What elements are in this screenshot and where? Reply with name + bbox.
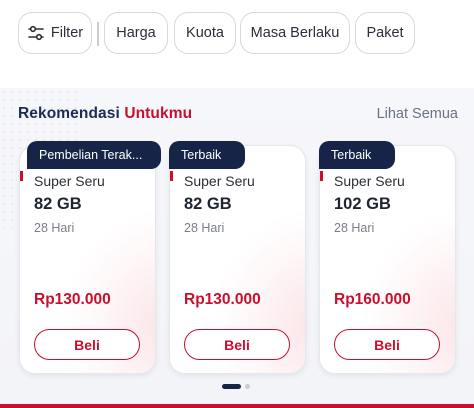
- buy-button[interactable]: Beli: [34, 329, 140, 360]
- section-title: Rekomendasi Untukmu: [18, 105, 192, 123]
- package-card[interactable]: Super Seru 82 GB 28 Hari Rp130.000 Beli: [19, 145, 156, 374]
- card-accent-mark: [320, 171, 323, 181]
- plan-validity: 28 Hari: [334, 221, 375, 235]
- plan-name: Super Seru: [184, 173, 255, 189]
- card-badge: Terbaik: [319, 141, 395, 169]
- plan-quota: 82 GB: [184, 195, 232, 213]
- filter-divider: [97, 22, 99, 46]
- pager-dot-active[interactable]: [222, 384, 241, 389]
- buy-button[interactable]: Beli: [184, 329, 290, 360]
- plan-price: Rp130.000: [34, 291, 111, 308]
- plan-price: Rp130.000: [184, 291, 261, 308]
- card-accent-mark: [20, 171, 23, 181]
- chip-paket[interactable]: Paket: [355, 12, 415, 54]
- chip-kuota[interactable]: Kuota: [174, 12, 236, 54]
- plan-name: Super Seru: [34, 173, 105, 189]
- pager-dot[interactable]: [245, 384, 250, 389]
- carousel-pager: [222, 384, 250, 389]
- package-card[interactable]: Super Seru 102 GB 28 Hari Rp160.000 Beli: [319, 145, 456, 374]
- plan-validity: 28 Hari: [34, 221, 75, 235]
- recommendation-section: Rekomendasi Untukmu Lihat Semua Super Se…: [0, 88, 474, 408]
- package-card[interactable]: Super Seru 82 GB 28 Hari Rp130.000 Beli: [169, 145, 306, 374]
- chip-kuota-label: Kuota: [186, 25, 224, 41]
- bottom-accent-strip: [0, 404, 474, 408]
- sliders-icon: [27, 24, 45, 42]
- card-badge: Terbaik: [169, 141, 245, 169]
- chip-masa-berlaku-label: Masa Berlaku: [250, 25, 340, 41]
- plan-price: Rp160.000: [334, 291, 411, 308]
- chip-masa-berlaku[interactable]: Masa Berlaku: [240, 12, 350, 54]
- card-accent-mark: [170, 171, 173, 181]
- chip-harga[interactable]: Harga: [104, 12, 168, 54]
- filter-label: Filter: [50, 25, 84, 41]
- section-title-part2: Untukmu: [124, 105, 193, 122]
- buy-button[interactable]: Beli: [334, 329, 440, 360]
- filter-bar: Filter Harga Kuota Masa Berlaku Paket: [0, 0, 474, 70]
- filter-button[interactable]: Filter: [18, 12, 92, 54]
- plan-name: Super Seru: [334, 173, 405, 189]
- plan-quota: 82 GB: [34, 195, 82, 213]
- plan-validity: 28 Hari: [184, 221, 225, 235]
- see-all-link[interactable]: Lihat Semua: [377, 106, 458, 122]
- chip-paket-label: Paket: [366, 25, 404, 41]
- card-badge: Pembelian Terak...: [27, 141, 161, 169]
- chip-harga-label: Harga: [116, 25, 156, 41]
- plan-quota: 102 GB: [334, 195, 391, 213]
- section-title-part1: Rekomendasi: [18, 105, 120, 122]
